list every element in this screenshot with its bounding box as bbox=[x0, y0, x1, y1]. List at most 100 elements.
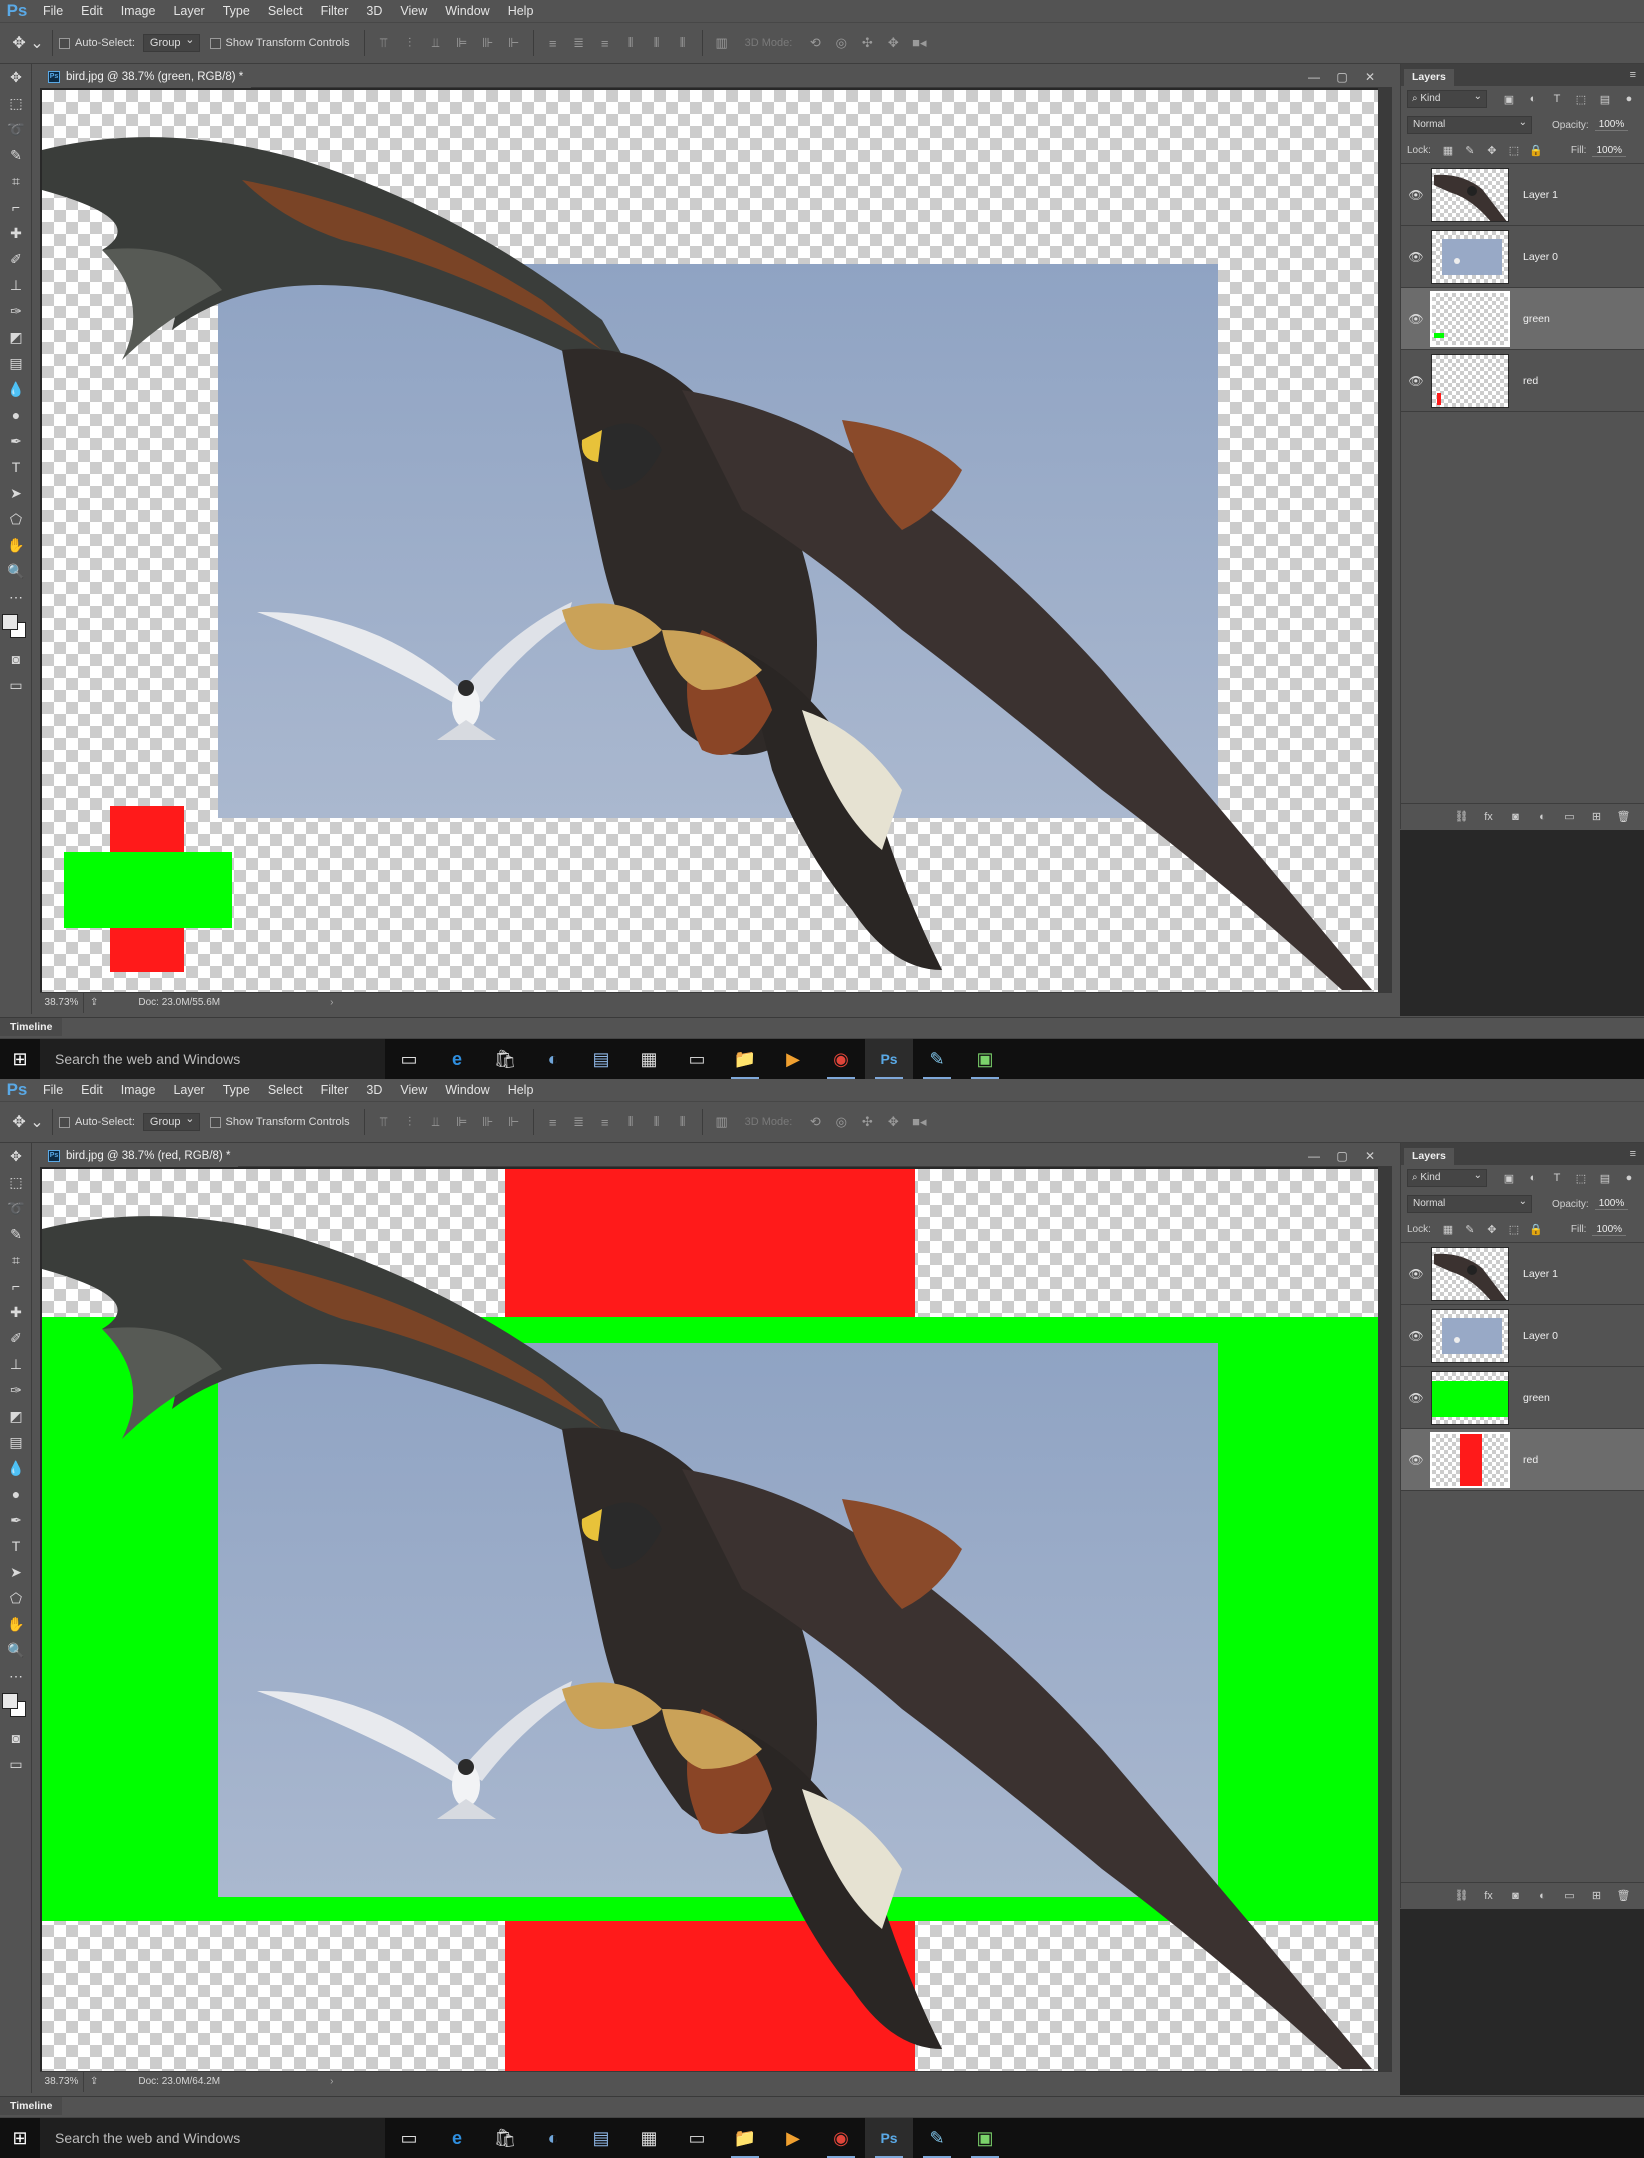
foreground-color-swatch[interactable] bbox=[2, 1693, 18, 1709]
menu-file[interactable]: File bbox=[34, 1079, 72, 1101]
more-tools-icon[interactable]: ⋯ bbox=[0, 1663, 32, 1689]
align-vcenter-icon[interactable]: ⫶ bbox=[399, 32, 421, 54]
link-layers-icon[interactable]: ⛓ bbox=[1448, 810, 1475, 823]
more-tools-icon[interactable]: ⋯ bbox=[0, 584, 32, 610]
zoom-level[interactable]: 38.73% bbox=[40, 2071, 84, 2092]
lock-artboard-icon[interactable]: ⬚ bbox=[1503, 1223, 1525, 1236]
crop-tool-icon[interactable]: ⌗ bbox=[0, 168, 32, 194]
visibility-eye-icon[interactable]: 👁 bbox=[1401, 374, 1431, 388]
3d-orbit-icon[interactable]: ⟲ bbox=[804, 1111, 826, 1133]
menu-filter[interactable]: Filter bbox=[312, 1079, 358, 1101]
menu-view[interactable]: View bbox=[391, 1079, 436, 1101]
3d-roll-icon[interactable]: ◎ bbox=[830, 1111, 852, 1133]
history-brush-icon[interactable]: ✑ bbox=[0, 298, 32, 324]
auto-select-checkbox[interactable] bbox=[59, 37, 70, 49]
maximize-icon[interactable]: ▢ bbox=[1328, 1145, 1356, 1167]
layer-row-layer-0[interactable]: 👁 Layer 0 bbox=[1401, 226, 1644, 288]
menu-view[interactable]: View bbox=[391, 0, 436, 22]
opacity-value[interactable]: 100% bbox=[1594, 119, 1629, 131]
align-right-icon[interactable]: ⊩ bbox=[503, 32, 525, 54]
align-bottom-icon[interactable]: ⫫ bbox=[425, 1111, 447, 1133]
minimize-icon[interactable]: — bbox=[1300, 1145, 1328, 1167]
windows-start-icon[interactable]: ⊞ bbox=[0, 1039, 40, 1079]
adjustment-layer-icon[interactable]: ◐ bbox=[1529, 1890, 1556, 1902]
link-layers-icon[interactable]: ⛓ bbox=[1448, 1889, 1475, 1902]
lock-transparent-icon[interactable]: ▦ bbox=[1437, 1223, 1459, 1236]
app-icon-4[interactable]: ◐ bbox=[529, 2118, 577, 2158]
vertical-scrollbar[interactable] bbox=[1378, 1167, 1392, 2071]
document-tab[interactable]: Ps bird.jpg @ 38.7% (green, RGB/8) * bbox=[40, 65, 252, 88]
hand-tool-icon[interactable]: ✋ bbox=[0, 1611, 32, 1637]
layer-row-green[interactable]: 👁 green bbox=[1401, 288, 1644, 350]
eyedropper-tool-icon[interactable]: ⌐ bbox=[0, 194, 32, 220]
task-view-icon[interactable]: ▭ bbox=[385, 1039, 433, 1079]
status-menu-arrow-icon[interactable]: › bbox=[330, 997, 333, 1008]
calculator-icon[interactable]: ▦ bbox=[625, 1039, 673, 1079]
maximize-icon[interactable]: ▢ bbox=[1328, 66, 1356, 88]
new-layer-icon[interactable]: ⊞ bbox=[1583, 1889, 1610, 1902]
canvas-area[interactable] bbox=[40, 88, 1392, 992]
align-top-icon[interactable]: ⫪ bbox=[373, 1111, 395, 1133]
quick-mask-icon[interactable]: ◙ bbox=[0, 646, 32, 672]
zoom-level[interactable]: 38.73% bbox=[40, 992, 84, 1013]
pen-tool-icon[interactable]: ✒ bbox=[0, 1507, 32, 1533]
3d-scale-icon[interactable]: ■◂ bbox=[908, 32, 930, 54]
auto-align-icon[interactable]: ▥ bbox=[711, 32, 733, 54]
show-transform-checkbox[interactable] bbox=[209, 37, 221, 49]
gradient-tool-icon[interactable]: ▤ bbox=[0, 1429, 32, 1455]
windows-start-icon[interactable]: ⊞ bbox=[0, 2118, 40, 2158]
filter-shape-icon[interactable]: ⬚ bbox=[1569, 93, 1593, 106]
layer-row-layer-0[interactable]: 👁 Layer 0 bbox=[1401, 1305, 1644, 1367]
layers-tab[interactable]: Layers bbox=[1404, 1148, 1454, 1165]
visibility-eye-icon[interactable]: 👁 bbox=[1401, 1391, 1431, 1405]
crop-tool-icon[interactable]: ⌗ bbox=[0, 1247, 32, 1273]
distribute-right-icon[interactable]: ⦀ bbox=[672, 1111, 694, 1133]
add-mask-icon[interactable]: ◙ bbox=[1502, 1890, 1529, 1902]
quick-mask-icon[interactable]: ◙ bbox=[0, 1725, 32, 1751]
menu-select[interactable]: Select bbox=[259, 0, 312, 22]
calculator-icon[interactable]: ▦ bbox=[625, 2118, 673, 2158]
shape-tool-icon[interactable]: ⬠ bbox=[0, 1585, 32, 1611]
menu-select[interactable]: Select bbox=[259, 1079, 312, 1101]
move-tool-preset-icon[interactable]: ✥ ⌄ bbox=[10, 28, 46, 58]
visibility-eye-icon[interactable]: 👁 bbox=[1401, 1329, 1431, 1343]
store-icon[interactable]: 🛍 bbox=[481, 1039, 529, 1079]
layer-row-red[interactable]: 👁 red bbox=[1401, 1429, 1644, 1491]
filter-adjustment-icon[interactable]: ◐ bbox=[1521, 1172, 1545, 1184]
zoom-tool-icon[interactable]: 🔍 bbox=[0, 1637, 32, 1663]
notepad-icon[interactable]: ▤ bbox=[577, 1039, 625, 1079]
menu-file[interactable]: File bbox=[34, 0, 72, 22]
media-player-icon[interactable]: ▶ bbox=[769, 1039, 817, 1079]
vertical-scrollbar[interactable] bbox=[1378, 88, 1392, 992]
dodge-tool-icon[interactable]: ● bbox=[0, 402, 32, 428]
filter-toggle-icon[interactable]: ● bbox=[1617, 93, 1641, 105]
healing-brush-icon[interactable]: ✚ bbox=[0, 1299, 32, 1325]
visibility-eye-icon[interactable]: 👁 bbox=[1401, 1453, 1431, 1467]
menu-help[interactable]: Help bbox=[499, 0, 543, 22]
add-mask-icon[interactable]: ◙ bbox=[1502, 811, 1529, 823]
align-right-icon[interactable]: ⊩ bbox=[503, 1111, 525, 1133]
filter-adjustment-icon[interactable]: ◐ bbox=[1521, 93, 1545, 105]
layer-row-green[interactable]: 👁 green bbox=[1401, 1367, 1644, 1429]
store-icon[interactable]: 🛍 bbox=[481, 2118, 529, 2158]
align-left-icon[interactable]: ⊫ bbox=[451, 32, 473, 54]
lock-image-icon[interactable]: ✎ bbox=[1459, 1223, 1481, 1236]
quick-select-tool-icon[interactable]: ✎ bbox=[0, 142, 32, 168]
hand-tool-icon[interactable]: ✋ bbox=[0, 532, 32, 558]
eyedropper-tool-icon[interactable]: ⌐ bbox=[0, 1273, 32, 1299]
close-icon[interactable]: ✕ bbox=[1356, 1145, 1384, 1167]
media-player-icon[interactable]: ▶ bbox=[769, 2118, 817, 2158]
menu-filter[interactable]: Filter bbox=[312, 0, 358, 22]
3d-slide-icon[interactable]: ✥ bbox=[882, 32, 904, 54]
visibility-eye-icon[interactable]: 👁 bbox=[1401, 250, 1431, 264]
visibility-eye-icon[interactable]: 👁 bbox=[1401, 1267, 1431, 1281]
lock-position-icon[interactable]: ✥ bbox=[1481, 1223, 1503, 1236]
3d-slide-icon[interactable]: ✥ bbox=[882, 1111, 904, 1133]
distribute-top-icon[interactable]: ≡ bbox=[542, 1111, 564, 1133]
eraser-tool-icon[interactable]: ◩ bbox=[0, 1403, 32, 1429]
document-tab[interactable]: Ps bird.jpg @ 38.7% (red, RGB/8) * bbox=[40, 1144, 239, 1167]
new-group-icon[interactable]: ▭ bbox=[1556, 1889, 1583, 1902]
filter-shape-icon[interactable]: ⬚ bbox=[1569, 1172, 1593, 1185]
auto-select-dropdown[interactable]: Group bbox=[142, 1112, 200, 1131]
filter-pixel-icon[interactable]: ▣ bbox=[1497, 93, 1521, 106]
